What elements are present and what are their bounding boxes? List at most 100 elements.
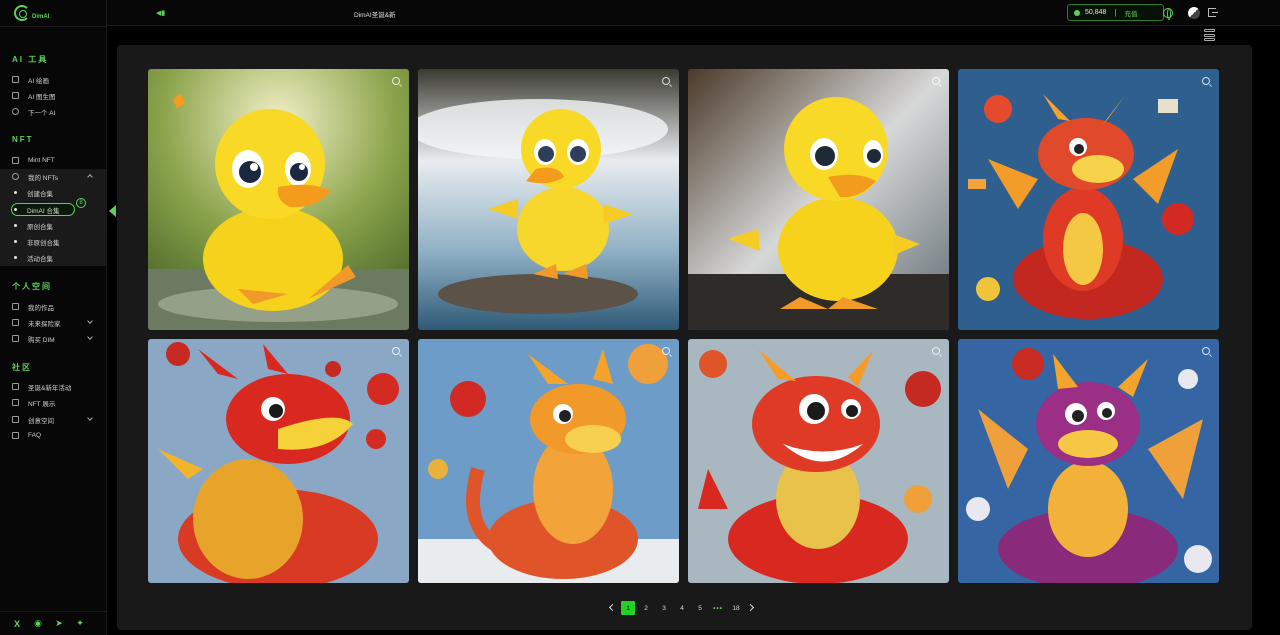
- bullet-icon: [14, 224, 17, 227]
- sidebar-item-label: 创意空间: [28, 417, 54, 425]
- sidebar-item-ai-drawing[interactable]: AI 绘画: [0, 72, 107, 87]
- dragon-image: [688, 339, 949, 583]
- sidebar-subitem-label: DimAI 合集: [27, 207, 60, 215]
- zoom-icon[interactable]: [1202, 77, 1210, 85]
- section-title-ai-tools: AI 工具: [12, 55, 49, 64]
- sidebar-item-faq[interactable]: FAQ: [0, 428, 107, 443]
- sidebar-item-future-explorer[interactable]: 未来探险家: [0, 315, 107, 330]
- sidebar-item-nft-showcase[interactable]: NFT 展示: [0, 395, 107, 410]
- image-icon: [12, 92, 19, 99]
- gallery-card-duck-3[interactable]: [688, 69, 949, 330]
- sidebar-subitem-non-original-collection[interactable]: 非原创合集: [0, 234, 107, 249]
- next-page-button[interactable]: [745, 601, 759, 615]
- page-button-18[interactable]: 18: [727, 601, 745, 615]
- sidebar-subitem-create-collection[interactable]: 创建合集: [0, 185, 107, 200]
- works-icon: [12, 303, 19, 310]
- logo-icon: [14, 5, 30, 21]
- sidebar-item-label: AI 图生图: [28, 93, 56, 101]
- sidebar-item-label: 未来探险家: [28, 320, 61, 328]
- bullet-icon: [14, 191, 17, 194]
- pointer-arrow-icon: [109, 205, 116, 217]
- page-ellipsis[interactable]: •••: [709, 601, 727, 615]
- gallery-card-dragon-3[interactable]: [418, 339, 679, 583]
- sidebar-item-label: NFT 展示: [28, 400, 56, 408]
- avatar[interactable]: [1188, 7, 1200, 19]
- chevron-up-icon: [87, 174, 93, 180]
- prev-page-button[interactable]: [605, 601, 619, 615]
- medium-icon[interactable]: ✦: [75, 618, 85, 629]
- clock-icon: [12, 173, 19, 180]
- sidebar-subitem-label: 活动合集: [27, 255, 53, 263]
- gift-icon: [12, 383, 19, 390]
- sidebar-subitem-original-collection[interactable]: 原创合集: [0, 218, 107, 233]
- discord-icon[interactable]: ◉: [33, 618, 43, 629]
- showcase-icon: [12, 399, 19, 406]
- sidebar-item-label: 我的作品: [28, 304, 54, 312]
- bullet-icon: [14, 240, 17, 243]
- image-icon: [12, 76, 19, 83]
- gallery-card-duck-2[interactable]: [418, 69, 679, 330]
- page-button-1[interactable]: 1: [621, 601, 635, 615]
- sidebar-item-label: Mint NFT: [28, 157, 55, 164]
- zoom-icon[interactable]: [662, 77, 670, 85]
- balance-widget[interactable]: 50,848 | 充值: [1067, 4, 1164, 21]
- duck-image: [688, 69, 949, 330]
- space-icon: [12, 416, 19, 423]
- gallery-card-dragon-2[interactable]: [148, 339, 409, 583]
- sidebar-item-my-works[interactable]: 我的作品: [0, 299, 107, 314]
- gallery-card-dragon-4[interactable]: [688, 339, 949, 583]
- sidebar-item-christmas-event[interactable]: 圣诞&新年活动: [0, 379, 107, 394]
- section-title-nft: NFT: [12, 135, 34, 144]
- sidebar-item-buy-dim[interactable]: 购买 DIM: [0, 331, 107, 346]
- sidebar-subitem-event-collection[interactable]: 活动合集: [0, 250, 107, 265]
- social-links: X ◉ ➤ ✦: [0, 611, 107, 635]
- page-button-4[interactable]: 4: [673, 601, 691, 615]
- dragon-image: [148, 339, 409, 583]
- header-announcement[interactable]: DimAI圣诞&新: [354, 9, 396, 19]
- gallery-card-duck-1[interactable]: [148, 69, 409, 330]
- sidebar-item-mint-nft[interactable]: Mint NFT: [0, 153, 107, 168]
- gallery-card-dragon-5[interactable]: [958, 339, 1219, 583]
- logo-text: DimAI: [32, 14, 50, 20]
- balance-value: 50,848: [1085, 9, 1107, 16]
- zoom-icon[interactable]: [392, 77, 400, 85]
- zoom-icon[interactable]: [392, 347, 400, 355]
- page-button-2[interactable]: 2: [637, 601, 655, 615]
- coin-icon: [1074, 9, 1080, 16]
- section-title-community: 社区: [12, 363, 32, 372]
- page-button-3[interactable]: 3: [655, 601, 673, 615]
- chevron-down-icon: [87, 415, 93, 421]
- sidebar-item-next-ai[interactable]: 下一个 AI: [0, 104, 107, 119]
- chevron-down-icon: [87, 334, 93, 340]
- recharge-button[interactable]: 充值: [1125, 8, 1138, 18]
- x-twitter-icon[interactable]: X: [12, 619, 22, 629]
- sidebar-subitem-label: 创建合集: [27, 190, 53, 198]
- telegram-icon[interactable]: ➤: [54, 618, 64, 629]
- mint-icon: [12, 157, 19, 164]
- pagination: 1 2 3 4 5 ••• 18: [605, 601, 759, 615]
- zoom-icon[interactable]: [1202, 347, 1210, 355]
- sidebar-item-my-nfts[interactable]: 我的 NFTs: [0, 169, 107, 184]
- sidebar-item-creative-space[interactable]: 创意空间: [0, 412, 107, 427]
- layout-toggle-icon[interactable]: [1204, 29, 1215, 41]
- logo[interactable]: DimAI: [14, 5, 49, 21]
- dragon-image: [958, 69, 1219, 330]
- duck-image: [148, 69, 409, 330]
- dragon-image: [958, 339, 1219, 583]
- bullet-icon: [14, 256, 17, 259]
- sidebar-subitem-label: 原创合集: [27, 223, 53, 231]
- zoom-icon[interactable]: [932, 77, 940, 85]
- sidebar-subitem-dimai-collection[interactable]: DimAI 合集: [0, 202, 107, 217]
- logout-icon[interactable]: [1208, 8, 1218, 17]
- bullet-icon: [14, 208, 17, 211]
- zoom-icon[interactable]: [932, 347, 940, 355]
- page-button-5[interactable]: 5: [691, 601, 709, 615]
- sidebar-item-label: 购买 DIM: [28, 336, 55, 344]
- cart-icon: [12, 335, 19, 342]
- top-header: ◀▮ DimAI圣诞&新 50,848 | 充值: [107, 0, 1280, 26]
- gallery-card-dragon-1[interactable]: [958, 69, 1219, 330]
- globe-icon[interactable]: [1163, 8, 1173, 20]
- zoom-icon[interactable]: [662, 347, 670, 355]
- sidebar-item-ai-img2img[interactable]: AI 图生图: [0, 88, 107, 103]
- menu-toggle-icon[interactable]: ◀▮: [156, 9, 165, 17]
